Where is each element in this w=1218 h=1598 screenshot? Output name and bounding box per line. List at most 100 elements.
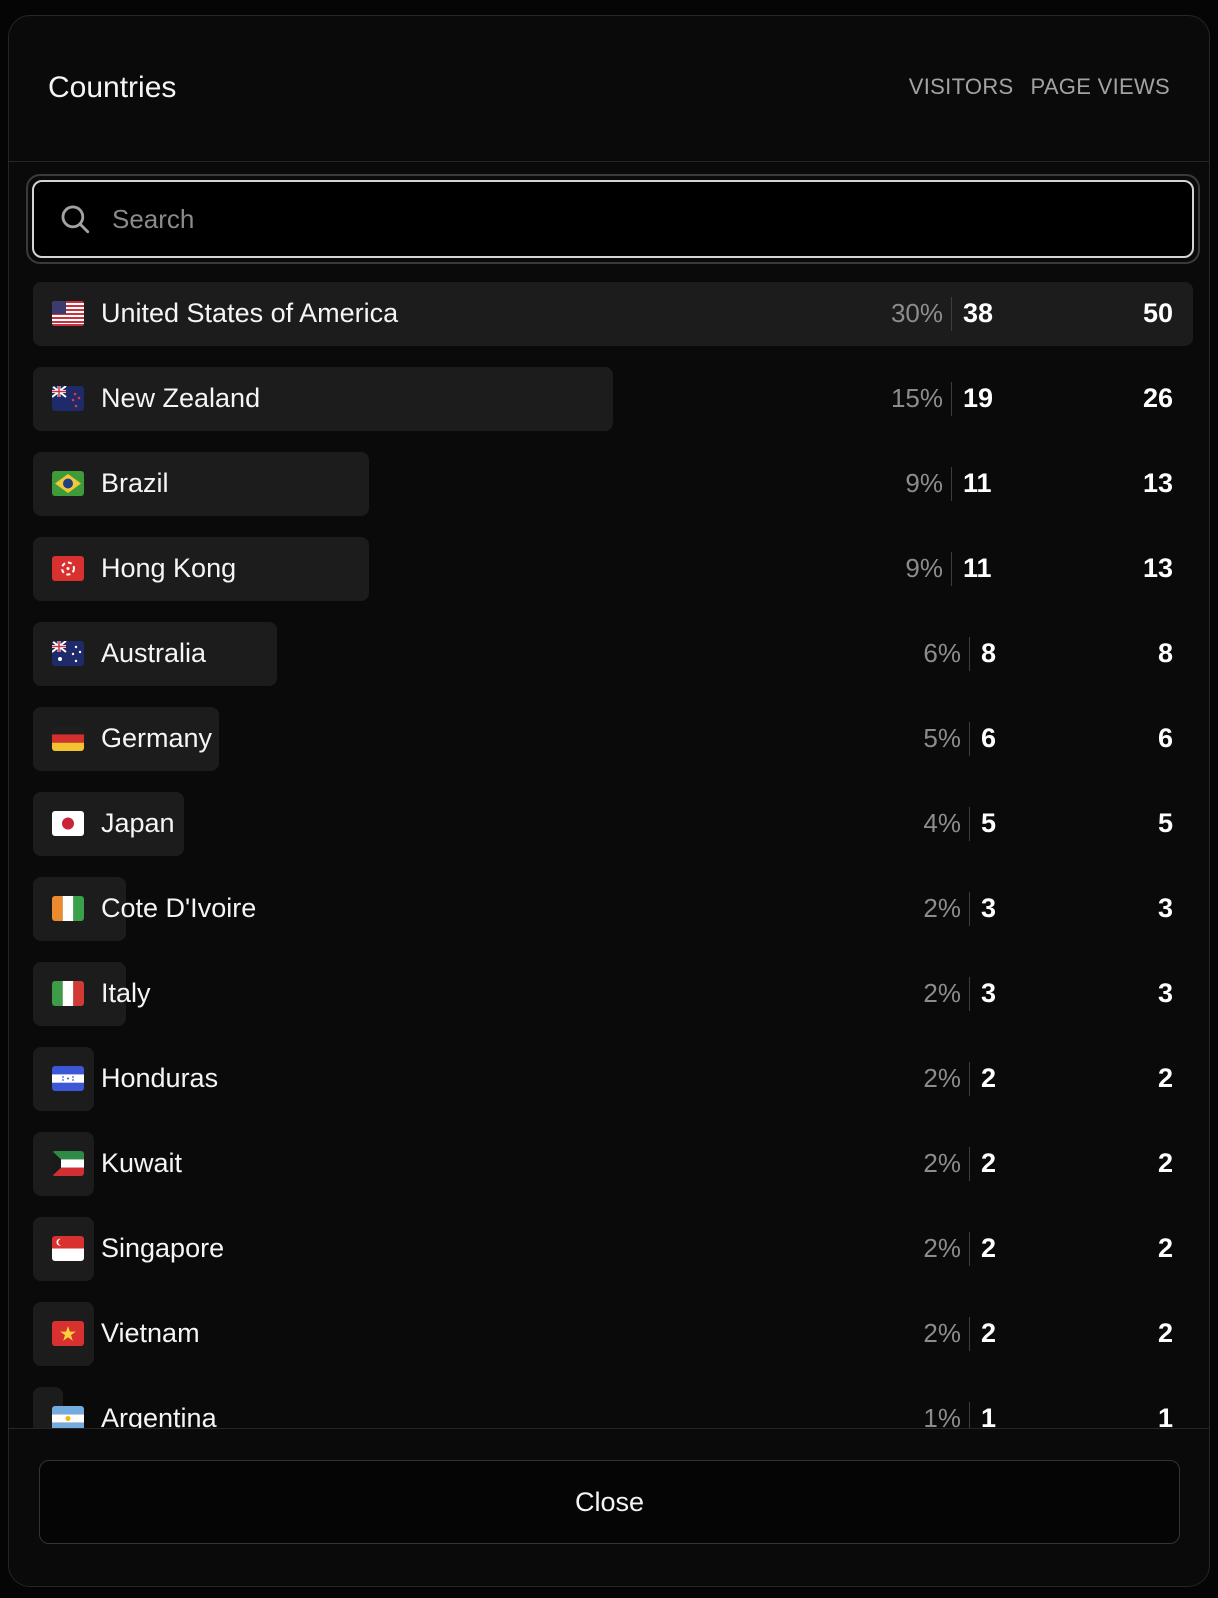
visitors-count: 3 (981, 893, 997, 923)
country-row[interactable]: Germany 5% 6 6 (33, 707, 1193, 771)
vn-flag-icon (52, 1321, 84, 1346)
visitors-count: 2 (981, 1318, 997, 1348)
page-views-count: 26 (1142, 383, 1173, 413)
country-row[interactable]: United States of America 30% 38 50 (33, 282, 1193, 346)
visitors-count: 19 (963, 383, 994, 413)
column-divider (951, 297, 952, 331)
country-name: Japan (101, 808, 175, 838)
visitor-percent: 2% (923, 978, 961, 1008)
visitor-percent: 15% (890, 383, 943, 413)
hk-flag-icon (52, 556, 84, 581)
column-divider (969, 637, 970, 671)
country-row[interactable]: Hong Kong 9% 11 13 (33, 537, 1193, 601)
visitor-percent: 2% (923, 1318, 961, 1348)
country-name: Australia (101, 638, 207, 668)
visitor-percent: 9% (905, 553, 943, 583)
page-views-count: 13 (1142, 468, 1173, 498)
visitor-percent: 4% (923, 808, 961, 838)
column-divider (969, 892, 970, 926)
column-divider (969, 722, 970, 756)
country-name: New Zealand (101, 383, 261, 413)
jp-flag-icon (52, 811, 84, 836)
visitor-percent: 2% (923, 1063, 961, 1093)
country-name: Cote D'Ivoire (101, 893, 257, 923)
search-icon (61, 205, 90, 234)
visitors-count: 3 (981, 978, 997, 1008)
page-views-count: 8 (1157, 638, 1173, 668)
sg-flag-icon (52, 1236, 84, 1261)
country-row[interactable]: Kuwait 2% 2 2 (33, 1132, 1193, 1196)
column-divider (951, 382, 952, 416)
country-name: Germany (101, 723, 213, 753)
countries-dialog: Countries VISITORS PAGE VIEWS United Sta… (8, 15, 1210, 1587)
page-views-count: 2 (1157, 1318, 1173, 1348)
de-flag-icon (52, 726, 84, 751)
br-flag-icon (52, 471, 84, 496)
visitors-count: 11 (963, 468, 992, 498)
country-row[interactable]: New Zealand 15% 19 26 (33, 367, 1193, 431)
visitors-count: 2 (981, 1063, 997, 1093)
page-views-count: 2 (1157, 1148, 1173, 1178)
country-name: Hong Kong (101, 553, 237, 583)
page-views-count: 2 (1157, 1233, 1173, 1263)
visitors-count: 11 (963, 553, 992, 583)
country-row[interactable]: Cote D'Ivoire 2% 3 3 (33, 877, 1193, 941)
it-flag-icon (52, 981, 84, 1006)
visitors-count: 38 (963, 298, 994, 328)
dialog-footer: Close (9, 1428, 1209, 1586)
country-name: Vietnam (101, 1318, 200, 1348)
visitor-percent: 2% (923, 1233, 961, 1263)
country-row[interactable]: Vietnam 2% 2 2 (33, 1302, 1193, 1366)
page-views-count: 3 (1157, 893, 1173, 923)
visitors-column-header[interactable]: VISITORS (909, 74, 1014, 100)
column-headers: VISITORS PAGE VIEWS (909, 74, 1170, 100)
visitor-percent: 9% (905, 468, 943, 498)
country-row[interactable]: Brazil 9% 11 13 (33, 452, 1193, 516)
us-flag-icon (52, 301, 84, 326)
column-divider (969, 1147, 970, 1181)
country-list[interactable]: United States of America 30% 38 50 New Zeala… (33, 282, 1193, 1442)
page-views-count: 3 (1157, 978, 1173, 1008)
country-name: Honduras (101, 1063, 219, 1093)
visitor-percent: 5% (923, 723, 961, 753)
country-row[interactable]: Italy 2% 3 3 (33, 962, 1193, 1026)
dialog-title: Countries (48, 71, 177, 104)
visitors-count: 6 (981, 723, 997, 753)
country-name: United States of America (101, 298, 399, 328)
visitors-count: 2 (981, 1148, 997, 1178)
visitors-count: 2 (981, 1233, 997, 1263)
country-row[interactable]: Honduras 2% 2 2 (33, 1047, 1193, 1111)
page-views-count: 50 (1142, 298, 1173, 328)
visitor-percent: 2% (923, 893, 961, 923)
close-button[interactable]: Close (39, 1460, 1180, 1544)
column-divider (969, 1062, 970, 1096)
country-name: Italy (101, 978, 151, 1008)
search-input[interactable] (112, 203, 1192, 235)
country-name: Kuwait (101, 1148, 183, 1178)
column-divider (969, 807, 970, 841)
country-name: Singapore (101, 1233, 225, 1263)
dialog-header: Countries VISITORS PAGE VIEWS (9, 16, 1209, 162)
hn-flag-icon (52, 1066, 84, 1091)
nz-flag-icon (52, 386, 84, 411)
kw-flag-icon (52, 1151, 84, 1176)
search-box[interactable] (32, 180, 1194, 258)
search-focus-ring (26, 174, 1200, 264)
page-views-column-header[interactable]: PAGE VIEWS (1030, 74, 1170, 100)
ci-flag-icon (52, 896, 84, 921)
column-divider (951, 552, 952, 586)
column-divider (969, 977, 970, 1011)
visitor-percent: 6% (923, 638, 961, 668)
country-row[interactable]: Japan 4% 5 5 (33, 792, 1193, 856)
country-row[interactable]: Australia 6% 8 8 (33, 622, 1193, 686)
country-row[interactable]: Singapore 2% 2 2 (33, 1217, 1193, 1281)
country-name: Brazil (101, 468, 169, 498)
column-divider (969, 1317, 970, 1351)
page-views-count: 13 (1142, 553, 1173, 583)
au-flag-icon (52, 641, 84, 666)
visitors-count: 8 (981, 638, 997, 668)
visitors-count: 5 (981, 808, 997, 838)
page-views-count: 6 (1157, 723, 1173, 753)
visitor-percent: 2% (923, 1148, 961, 1178)
page-views-count: 2 (1157, 1063, 1173, 1093)
